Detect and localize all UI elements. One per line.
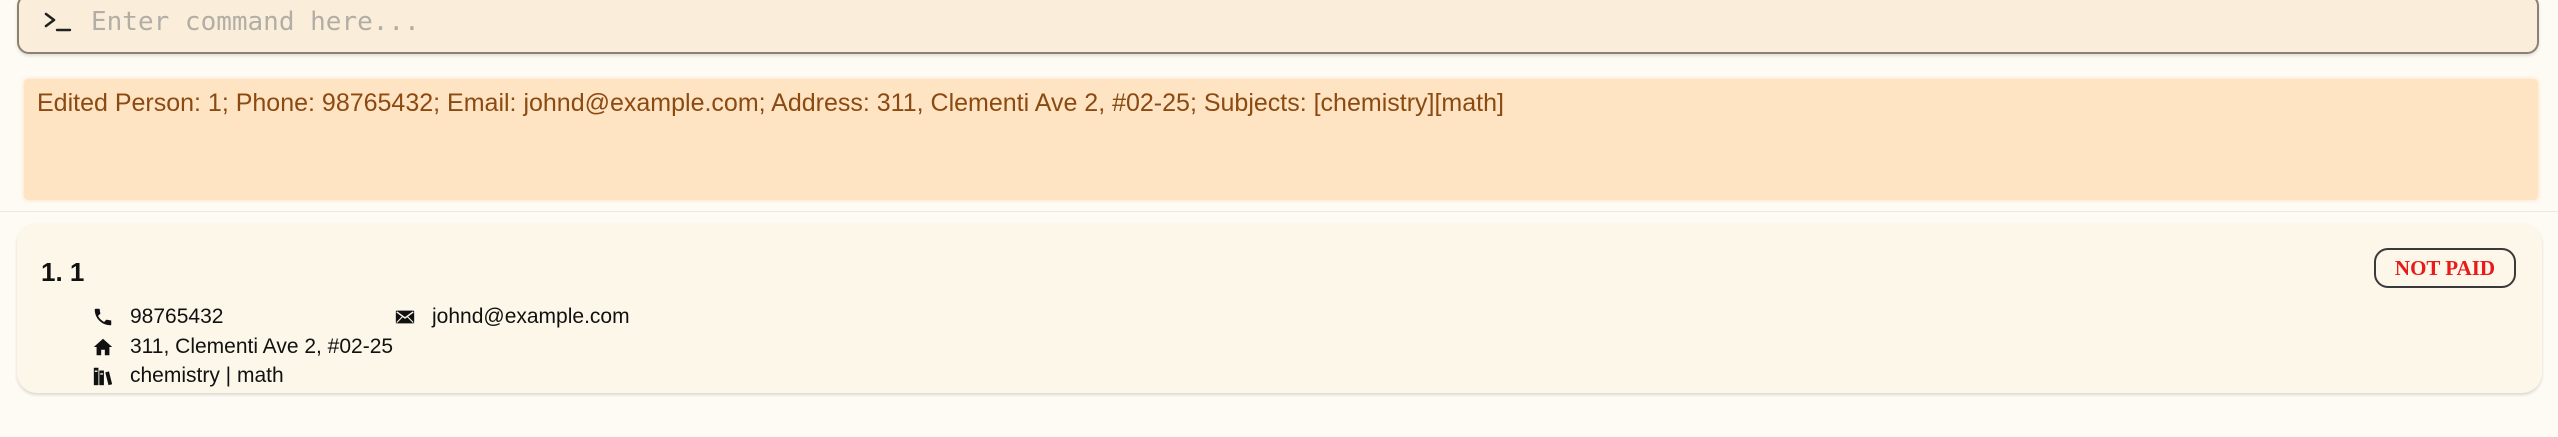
- phone-value: 98765432: [130, 305, 224, 328]
- subjects-row: chemistry | math: [92, 364, 284, 388]
- result-display: Edited Person: 1; Phone: 98765432; Email…: [24, 79, 2538, 200]
- subjects-value: chemistry | math: [130, 364, 284, 387]
- address-value: 311, Clementi Ave 2, #02-25: [130, 335, 394, 358]
- email-value: johnd@example.com: [432, 305, 630, 328]
- phone-row: 98765432: [92, 305, 223, 329]
- person-list[interactable]: 1. 1 NOT PAID 98765432 johnd@example.com: [0, 214, 2558, 437]
- section-divider: [0, 211, 2558, 212]
- app-window: Edited Person: 1; Phone: 98765432; Email…: [0, 0, 2558, 437]
- home-icon: [93, 338, 113, 356]
- envelope-icon: [395, 310, 415, 324]
- email-row: johnd@example.com: [394, 305, 630, 329]
- terminal-prompt-icon: [44, 12, 72, 32]
- address-row: 311, Clementi Ave 2, #02-25: [92, 335, 393, 359]
- result-message: Edited Person: 1; Phone: 98765432; Email…: [37, 89, 1504, 117]
- person-card[interactable]: 1. 1 NOT PAID 98765432 johnd@example.com: [17, 223, 2542, 393]
- phone-icon: [94, 308, 112, 326]
- payment-status-badge: NOT PAID: [2374, 248, 2516, 288]
- books-icon: [93, 367, 113, 386]
- person-title: 1. 1: [41, 257, 85, 287]
- command-input[interactable]: [89, 4, 2513, 40]
- command-box[interactable]: [17, 0, 2539, 54]
